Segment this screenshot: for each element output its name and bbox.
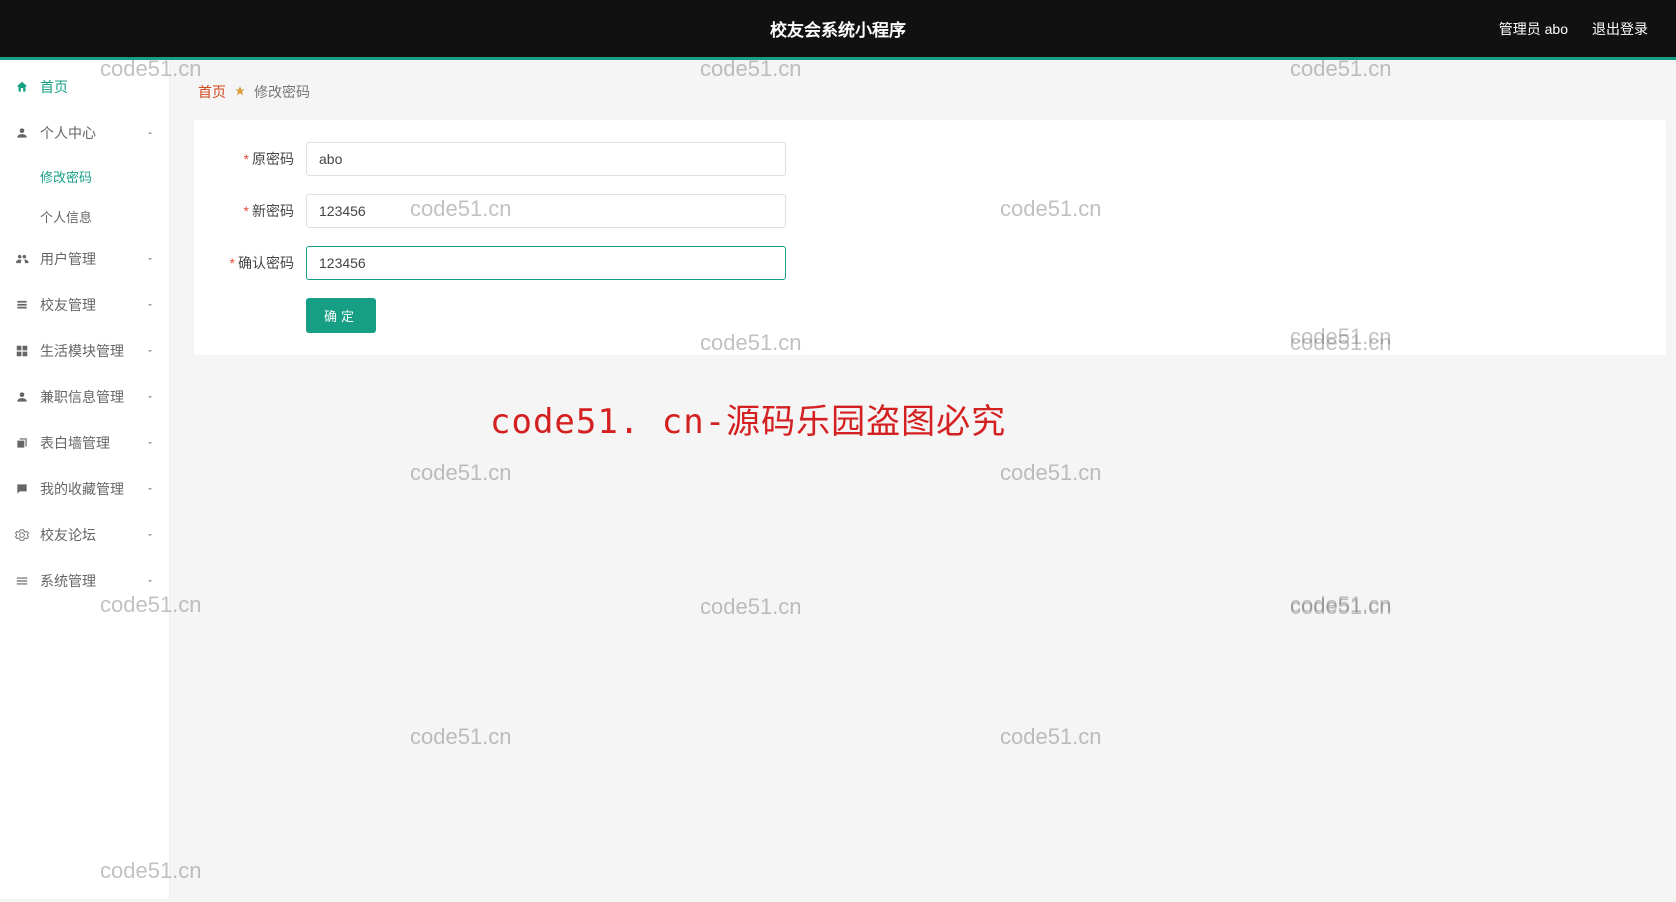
sidebar-subitem-personal-info[interactable]: 个人信息 [0, 196, 169, 236]
chat-icon [14, 481, 30, 497]
sidebar-item-label: 系统管理 [40, 571, 96, 591]
breadcrumb-current: 修改密码 [254, 82, 310, 102]
bars-icon [14, 573, 30, 589]
sidebar-item-label: 用户管理 [40, 249, 96, 269]
confirm-password-label: *确认密码 [214, 253, 294, 273]
sidebar-item-label: 个人中心 [40, 123, 96, 143]
sidebar-item-life-module[interactable]: 生活模块管理 [0, 328, 169, 374]
sidebar-item-label: 我的收藏管理 [40, 479, 124, 499]
logout-link[interactable]: 退出登录 [1592, 19, 1648, 39]
sidebar: 首页 个人中心 修改密码 个人信息 用户管理 校友管理 生活模块管理 [0, 60, 170, 899]
chevron-down-icon [145, 297, 155, 313]
copy-icon [14, 435, 30, 451]
sidebar-item-label: 生活模块管理 [40, 341, 124, 361]
chevron-up-icon [145, 125, 155, 141]
chevron-down-icon [145, 251, 155, 267]
submit-button[interactable]: 确定 [306, 298, 376, 333]
watermark-big: code51. cn-源码乐园盗图必究 [490, 394, 1006, 443]
sidebar-item-label: 兼职信息管理 [40, 387, 124, 407]
cog-icon [14, 527, 30, 543]
sidebar-item-parttime-mgmt[interactable]: 兼职信息管理 [0, 374, 169, 420]
chevron-down-icon [145, 573, 155, 589]
grid-icon [14, 343, 30, 359]
sidebar-item-label: 首页 [40, 77, 68, 97]
watermark: code51.cn [700, 594, 802, 620]
password-form: *原密码 *新密码 *确认密码 确定 [194, 120, 1666, 355]
main-content: 首页 修改密码 *原密码 *新密码 *确认密码 确定 code51.cn cod… [170, 60, 1676, 899]
app-header: 校友会系统小程序 管理员 abo 退出登录 [0, 0, 1676, 60]
breadcrumb: 首页 修改密码 [194, 78, 1666, 120]
sidebar-subitem-change-password[interactable]: 修改密码 [0, 156, 169, 196]
sidebar-item-system-mgmt[interactable]: 系统管理 [0, 558, 169, 604]
users-icon [14, 251, 30, 267]
sidebar-item-favorites[interactable]: 我的收藏管理 [0, 466, 169, 512]
home-icon [14, 79, 30, 95]
sidebar-item-confession-wall[interactable]: 表白墙管理 [0, 420, 169, 466]
confirm-password-input[interactable] [306, 246, 786, 280]
watermark: code51.cn [1000, 724, 1102, 750]
sidebar-item-forum[interactable]: 校友论坛 [0, 512, 169, 558]
new-password-label: *新密码 [214, 201, 294, 221]
old-password-label: *原密码 [214, 149, 294, 169]
chevron-down-icon [145, 343, 155, 359]
sidebar-item-label: 校友管理 [40, 295, 96, 315]
sidebar-item-user-mgmt[interactable]: 用户管理 [0, 236, 169, 282]
chevron-down-icon [145, 389, 155, 405]
sidebar-item-alumni-mgmt[interactable]: 校友管理 [0, 282, 169, 328]
watermark: code51.cn [410, 460, 512, 486]
chevron-down-icon [145, 527, 155, 543]
watermark: code51.cn [1000, 460, 1102, 486]
new-password-input[interactable] [306, 194, 786, 228]
chevron-down-icon [145, 481, 155, 497]
user-icon [14, 125, 30, 141]
sidebar-item-personal[interactable]: 个人中心 [0, 110, 169, 156]
sidebar-item-home[interactable]: 首页 [0, 64, 169, 110]
app-title: 校友会系统小程序 [770, 16, 906, 41]
sidebar-item-label: 校友论坛 [40, 525, 96, 545]
header-right: 管理员 abo 退出登录 [1499, 19, 1676, 39]
sidebar-item-label: 表白墙管理 [40, 433, 110, 453]
list-icon [14, 297, 30, 313]
star-icon [234, 84, 246, 100]
watermark: code51.cn [1290, 594, 1392, 620]
chevron-down-icon [145, 435, 155, 451]
breadcrumb-home[interactable]: 首页 [198, 82, 226, 102]
old-password-input[interactable] [306, 142, 786, 176]
watermark: code51.cn [410, 724, 512, 750]
admin-label[interactable]: 管理员 abo [1499, 19, 1568, 39]
user-icon [14, 389, 30, 405]
